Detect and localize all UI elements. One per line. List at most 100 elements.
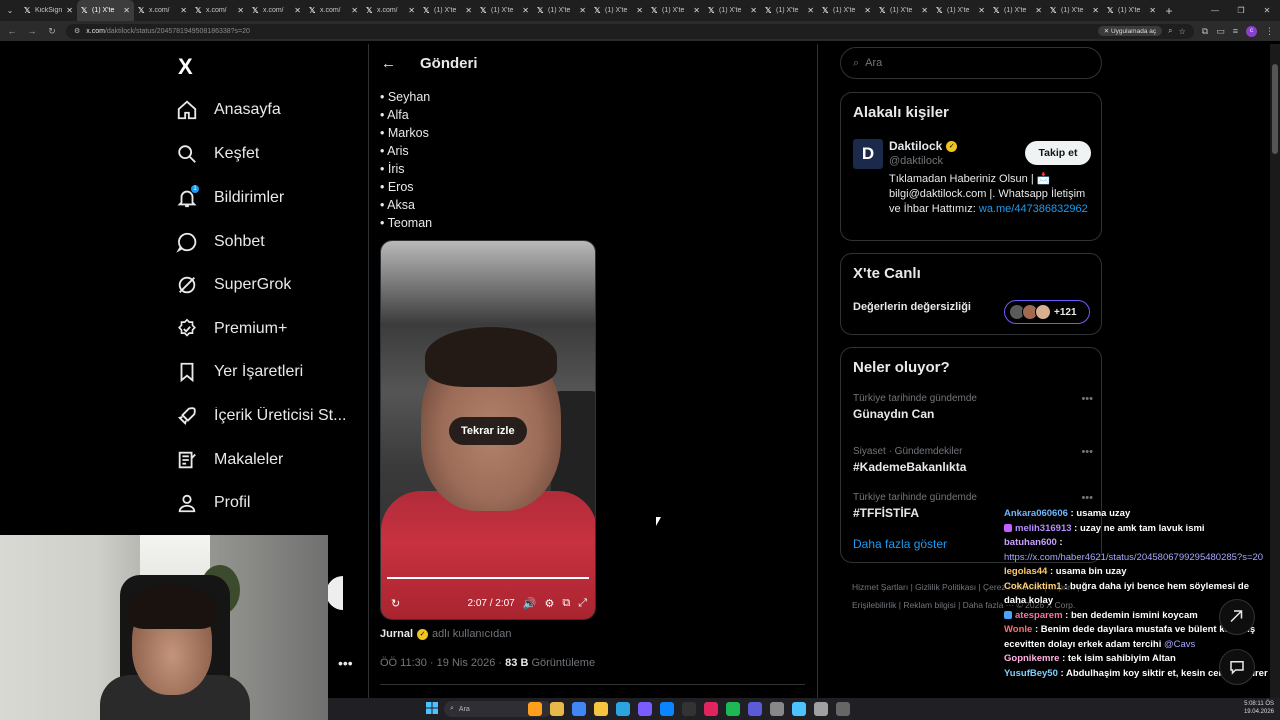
browser-tab[interactable]: 𝕏x.com/ ✕ (191, 0, 248, 21)
close-tab-icon[interactable]: ✕ (1092, 6, 1099, 15)
avatar[interactable]: D (853, 139, 883, 169)
chat-username[interactable]: Ankara060606 (1004, 508, 1068, 519)
maximize-icon[interactable]: ❐ (1228, 6, 1254, 15)
chat-username[interactable]: Gopnikemre (1004, 653, 1059, 664)
bookmark-star-icon[interactable]: ☆ (1179, 27, 1186, 36)
search-input[interactable]: ⌕ Ara (840, 47, 1102, 79)
spotify-icon[interactable] (726, 702, 740, 716)
live-participants[interactable]: +121 (1004, 300, 1090, 324)
minimize-icon[interactable]: — (1202, 6, 1228, 15)
chat-username[interactable]: CokAciktim1 (1004, 581, 1062, 592)
chat-username[interactable]: melih316913 (1015, 523, 1072, 534)
browser-tab[interactable]: 𝕏x.com/ ✕ (248, 0, 305, 21)
sidebar-item-anasayfa[interactable]: Anasayfa (170, 90, 360, 130)
open-in-app-button[interactable]: ✕ Uygulamada aç (1097, 26, 1163, 36)
sidebar-item-sohbet[interactable]: Sohbet (170, 222, 360, 262)
show-more-link[interactable]: Daha fazla göster (853, 537, 947, 551)
replay-icon[interactable]: ↻ (391, 597, 400, 610)
chat-username[interactable]: atesparem (1015, 610, 1063, 621)
site-info-icon[interactable]: ⚙ (74, 27, 80, 35)
chrome-icon[interactable] (572, 702, 586, 716)
close-tab-icon[interactable]: ✕ (693, 6, 700, 15)
fullscreen-icon[interactable]: ⤢ (578, 597, 587, 610)
app-icon[interactable] (814, 702, 828, 716)
close-tab-icon[interactable]: ✕ (294, 6, 301, 15)
browser-tab[interactable]: 𝕏 (1) X'te ✕ (1103, 0, 1160, 21)
sidebar-item-ke-fet[interactable]: Keşfet (170, 134, 360, 174)
close-tab-icon[interactable]: ✕ (750, 6, 757, 15)
trend-item[interactable]: Siyaset · Gündemdekiler #KademeBakanlıkta… (853, 446, 1093, 474)
tab-search-icon[interactable]: ⌄ (0, 0, 20, 21)
sidebar-item-i-erik-reticisi-st[interactable]: İçerik Üreticisi St... (170, 396, 360, 436)
new-tab-button[interactable]: + (1160, 4, 1178, 18)
tab-overview-icon[interactable]: ≡ (1233, 26, 1238, 36)
sidepanel-icon[interactable]: ▭ (1216, 26, 1225, 37)
video-player[interactable]: Tekrar izle ↻ 2:07 / 2:07 🔊 ⚙ ⧉ ⤢ (380, 240, 596, 620)
browser-tab[interactable]: 𝕏x.com/ ✕ (134, 0, 191, 21)
chat-username[interactable]: batuhan600 (1004, 537, 1057, 548)
close-tab-icon[interactable]: ✕ (237, 6, 244, 15)
browser-tab[interactable]: 𝕏 (1) X'te ✕ (818, 0, 875, 21)
sidebar-item-makaleler[interactable]: Makaleler (170, 440, 360, 480)
close-tab-icon[interactable]: ✕ (66, 6, 73, 15)
browser-tab[interactable]: 𝕏 (1) X'te ✕ (476, 0, 533, 21)
teams-icon[interactable] (638, 702, 652, 716)
browser-tab[interactable]: 𝕏 (1) X'te ✕ (989, 0, 1046, 21)
replay-button[interactable]: Tekrar izle (449, 417, 527, 445)
close-tab-icon[interactable]: ✕ (1035, 6, 1042, 15)
post-time[interactable]: ÖÖ 11:30 · 19 Nis 2026 · (380, 657, 502, 669)
browser-tab[interactable]: 𝕏 (1) X'te ✕ (875, 0, 932, 21)
zoom-icon[interactable]: ⌕ (1168, 26, 1172, 36)
folder-icon[interactable] (594, 702, 608, 716)
browser-menu-icon[interactable]: ⋮ (1265, 26, 1274, 37)
browser-tab[interactable]: 𝕏 (1) X'te ✕ (590, 0, 647, 21)
page-scrollbar[interactable] (1270, 44, 1280, 720)
start-button[interactable] (426, 701, 438, 719)
terminal-icon[interactable] (682, 702, 696, 716)
reload-icon[interactable]: ↻ (46, 26, 58, 37)
browser-tab[interactable]: 𝕏 (1) X'te ✕ (419, 0, 476, 21)
close-tab-icon[interactable]: ✕ (921, 6, 928, 15)
close-tab-icon[interactable]: ✕ (522, 6, 529, 15)
profile-avatar[interactable]: c (1246, 25, 1257, 37)
browser-tab[interactable]: 𝕏 (1) X'te ✕ (647, 0, 704, 21)
browser-tab[interactable]: 𝕏 (1) X'te ✕ (761, 0, 818, 21)
sidebar-item-bildirimler[interactable]: Bildirimler 1 (170, 178, 360, 218)
person-name[interactable]: Daktilock ✓ (889, 139, 958, 153)
close-tab-icon[interactable]: ✕ (465, 6, 472, 15)
volume-icon[interactable]: 🔊 (523, 597, 537, 610)
close-tab-icon[interactable]: ✕ (579, 6, 586, 15)
close-tab-icon[interactable]: ✕ (180, 6, 187, 15)
account-more-icon[interactable]: ••• (338, 655, 353, 671)
close-tab-icon[interactable]: ✕ (864, 6, 871, 15)
bio-link[interactable]: wa.me/447386832962 (979, 203, 1088, 215)
browser-tab[interactable]: 𝕏 (1) X'te ✕ (77, 0, 134, 21)
obs-icon[interactable] (792, 702, 806, 716)
close-tab-icon[interactable]: ✕ (351, 6, 358, 15)
sidebar-item-yer-i-aretleri[interactable]: Yer İşaretleri (170, 352, 360, 392)
sidebar-item-profil[interactable]: Profil (170, 483, 360, 523)
follow-button[interactable]: Takip et (1025, 141, 1091, 165)
media-icon[interactable] (704, 702, 718, 716)
chat-link[interactable]: https://x.com/haber4621/status/204580679… (1004, 552, 1263, 563)
post-button[interactable] (326, 576, 343, 610)
extensions-icon[interactable]: ⧉ (1202, 26, 1208, 37)
more-options-icon[interactable]: ••• (1081, 492, 1093, 504)
browser-tab[interactable]: 𝕏 KickSign ✕ (20, 0, 77, 21)
browser-tab[interactable]: 𝕏x.com/ ✕ (305, 0, 362, 21)
chat-username[interactable]: YusufBey50 (1004, 668, 1058, 679)
browser-tab[interactable]: 𝕏 (1) X'te ✕ (1046, 0, 1103, 21)
more-options-icon[interactable]: ••• (1081, 393, 1093, 405)
more-options-icon[interactable]: ••• (1081, 446, 1093, 458)
sidebar-item-supergrok[interactable]: SuperGrok (170, 265, 360, 305)
settings-icon[interactable] (770, 702, 784, 716)
grok-float-button[interactable] (1219, 599, 1255, 635)
close-tab-icon[interactable]: ✕ (123, 6, 130, 15)
close-window-icon[interactable]: ✕ (1254, 6, 1280, 15)
discord-icon[interactable] (748, 702, 762, 716)
chat-username[interactable]: legolas44 (1004, 566, 1047, 577)
close-tab-icon[interactable]: ✕ (408, 6, 415, 15)
close-tab-icon[interactable]: ✕ (636, 6, 643, 15)
close-tab-icon[interactable]: ✕ (1149, 6, 1156, 15)
forward-icon[interactable]: → (26, 26, 38, 36)
